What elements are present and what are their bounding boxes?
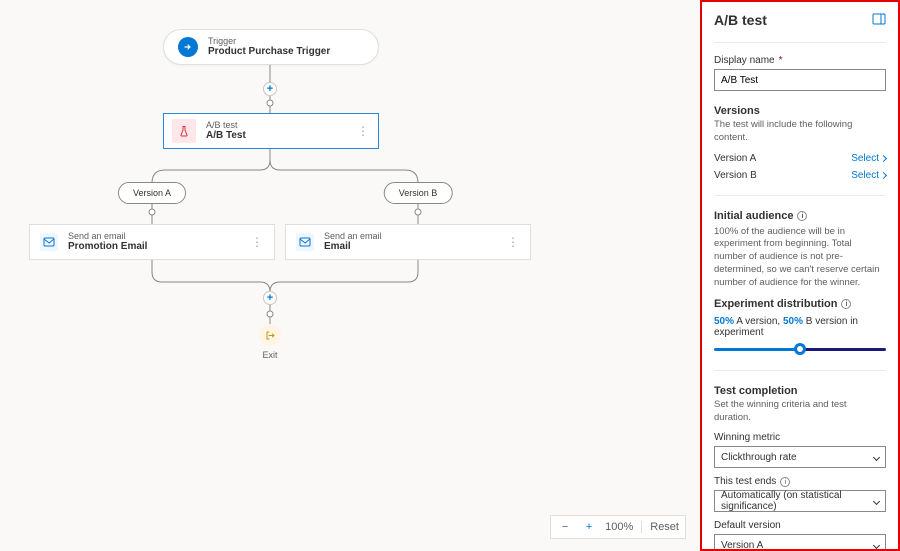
info-icon: i: [797, 211, 807, 221]
test-ends-dropdown[interactable]: Automatically (on statistical significan…: [714, 490, 886, 512]
chevron-down-icon: [873, 454, 880, 461]
info-icon: i: [780, 477, 790, 487]
zoom-level: 100%: [605, 521, 633, 533]
ab-title: A/B Test: [206, 130, 246, 142]
email-title: Promotion Email: [68, 241, 147, 253]
test-ends-label: This test endsi: [714, 476, 886, 487]
trigger-icon: [178, 37, 198, 57]
winning-metric-label: Winning metric: [714, 432, 886, 443]
ab-test-node[interactable]: A/B test A/B Test ⋮: [163, 113, 379, 149]
email-title: Email: [324, 241, 382, 253]
email-label: Send an email: [324, 232, 382, 241]
exit-node[interactable]: [259, 324, 281, 346]
zoom-out-button[interactable]: −: [557, 521, 573, 533]
email-node-a[interactable]: Send an email Promotion Email ⋮: [29, 224, 275, 260]
side-panel: A/B test Display name* Versions The test…: [700, 0, 900, 551]
select-version-a[interactable]: Select: [851, 153, 886, 164]
default-version-label: Default version: [714, 520, 886, 531]
connector-ring: [149, 209, 156, 216]
trigger-node[interactable]: Trigger Product Purchase Trigger: [163, 29, 379, 65]
node-more-icon[interactable]: ⋮: [251, 235, 264, 249]
connector-ring: [267, 311, 274, 318]
flask-icon: [172, 119, 196, 143]
node-more-icon[interactable]: ⋮: [507, 235, 520, 249]
audience-heading: Initial audiencei: [714, 210, 886, 222]
audience-body: 100% of the audience will be in experime…: [714, 226, 886, 290]
add-step-1[interactable]: +: [263, 82, 277, 96]
display-name-label: Display name*: [714, 55, 886, 66]
default-version-dropdown[interactable]: Version A: [714, 534, 886, 549]
zoom-in-button[interactable]: +: [581, 521, 597, 533]
trigger-title: Product Purchase Trigger: [208, 46, 330, 58]
ab-label: A/B test: [206, 121, 246, 130]
version-b-chip[interactable]: Version B: [384, 182, 453, 204]
journey-canvas[interactable]: Trigger Product Purchase Trigger + A/B t…: [0, 0, 700, 551]
node-more-icon[interactable]: ⋮: [357, 124, 370, 138]
select-version-b[interactable]: Select: [851, 170, 886, 181]
email-label: Send an email: [68, 232, 147, 241]
version-a-label: Version A: [714, 153, 756, 164]
connector-ring: [415, 209, 422, 216]
display-name-input[interactable]: [714, 69, 886, 91]
distribution-slider[interactable]: [714, 342, 886, 356]
exit-label: Exit: [262, 350, 277, 360]
connectors: [0, 0, 700, 551]
completion-sub: Set the winning criteria and test durati…: [714, 399, 886, 425]
distribution-text: 50% A version, 50% B version in experime…: [714, 316, 886, 338]
completion-heading: Test completion: [714, 385, 886, 397]
versions-heading: Versions: [714, 105, 886, 117]
zoom-toolbar: − + 100% Reset: [550, 515, 686, 539]
trigger-label: Trigger: [208, 37, 330, 46]
version-b-label: Version B: [714, 170, 757, 181]
connector-ring: [267, 100, 274, 107]
delete-icon[interactable]: [872, 13, 886, 28]
winning-metric-dropdown[interactable]: Clickthrough rate: [714, 446, 886, 468]
panel-title: A/B test: [714, 12, 767, 28]
version-a-chip[interactable]: Version A: [118, 182, 186, 204]
distribution-heading: Experiment distributioni: [714, 298, 886, 310]
chevron-down-icon: [873, 498, 880, 505]
email-node-b[interactable]: Send an email Email ⋮: [285, 224, 531, 260]
zoom-reset-button[interactable]: Reset: [641, 521, 679, 533]
versions-sub: The test will include the following cont…: [714, 119, 886, 145]
email-icon: [296, 233, 314, 251]
add-step-2[interactable]: +: [263, 291, 277, 305]
email-icon: [40, 233, 58, 251]
info-icon: i: [841, 299, 851, 309]
chevron-down-icon: [873, 542, 880, 549]
